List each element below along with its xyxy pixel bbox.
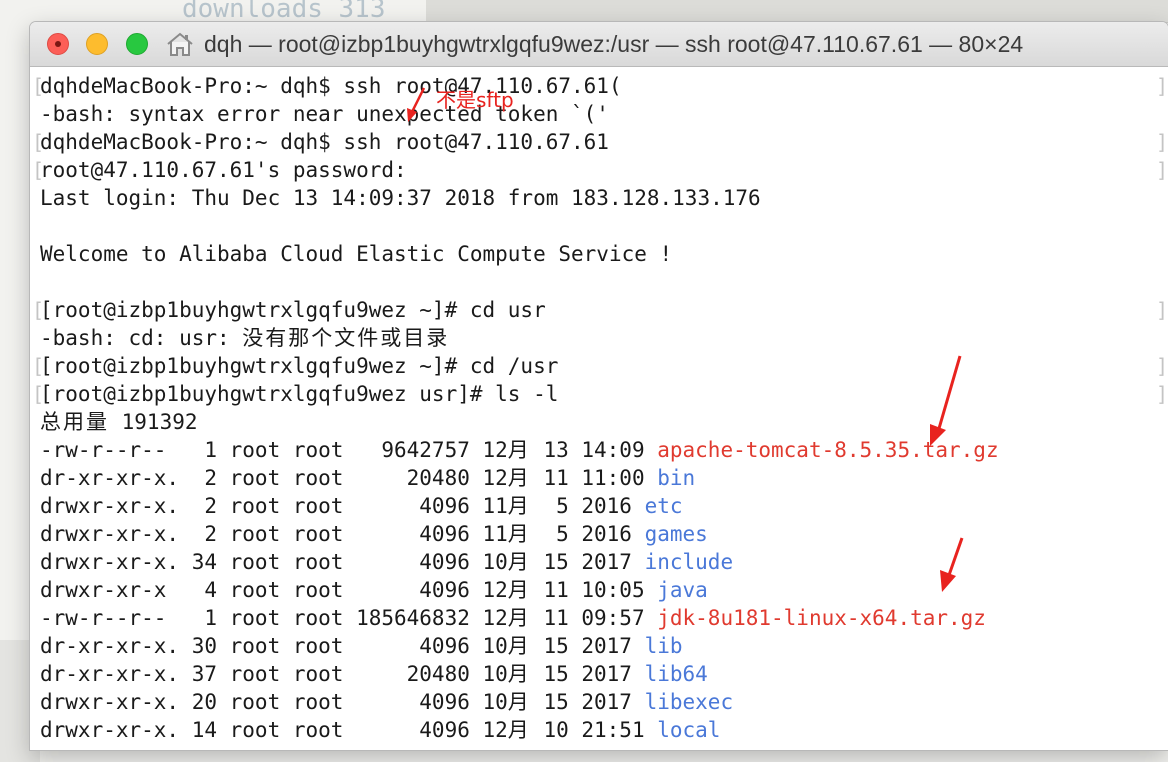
line-marker-right: ] [1156, 74, 1168, 98]
window-titlebar[interactable]: dqh — root@izbp1buyhgwtrxlgqfu9wez:/usr … [30, 22, 1168, 67]
listing-row-filename[interactable]: lib [645, 634, 683, 658]
listing-row-filename[interactable]: games [645, 522, 708, 546]
listing-row-filename[interactable]: apache-tomcat-8.5.35.tar.gz [657, 438, 998, 462]
listing-row-filename[interactable]: java [657, 578, 708, 602]
line-marker-right: ] [1156, 382, 1168, 406]
terminal-line: -bash: cd: usr: 没有那个文件或目录 [40, 326, 450, 350]
listing-row: drwxr-xr-x. 2 root root 4096 11月 5 2016 … [40, 492, 683, 520]
line-marker-right: ] [1156, 298, 1168, 322]
home-icon [167, 32, 193, 56]
listing-row-details: dr-xr-xr-x. 30 root root 4096 10月 15 201… [40, 634, 645, 658]
listing-row-details: drwxr-xr-x. 20 root root 4096 10月 15 201… [40, 690, 645, 714]
listing-row: drwxr-xr-x. 14 root root 4096 12月 10 21:… [40, 716, 720, 744]
listing-row-details: -rw-r--r-- 1 root root 185646832 12月 11 … [40, 606, 658, 630]
listing-row-details: drwxr-xr-x. 2 root root 4096 11月 5 2016 [40, 522, 645, 546]
listing-row: dr-xr-xr-x. 30 root root 4096 10月 15 201… [40, 632, 683, 660]
listing-row: dr-xr-xr-x. 37 root root 20480 10月 15 20… [40, 660, 708, 688]
line-marker-right: ] [1156, 130, 1168, 154]
terminal-line: Welcome to Alibaba Cloud Elastic Compute… [40, 242, 673, 266]
line-marker-right: ] [1156, 158, 1168, 182]
listing-row: drwxr-xr-x. 34 root root 4096 10月 15 201… [40, 548, 733, 576]
listing-row-filename[interactable]: lib64 [645, 662, 708, 686]
window-title: dqh — root@izbp1buyhgwtrxlgqfu9wez:/usr … [204, 31, 1024, 57]
listing-row-filename[interactable]: etc [645, 494, 683, 518]
annotation-label: 不是sftp [436, 88, 514, 112]
terminal-output[interactable]: [] dqhdeMacBook-Pro:~ dqh$ ssh root@47.11… [30, 67, 1168, 750]
zoom-button[interactable] [126, 33, 148, 55]
terminal-window[interactable]: dqh — root@izbp1buyhgwtrxlgqfu9wez:/usr … [30, 22, 1168, 750]
close-button[interactable] [47, 33, 69, 55]
terminal-line: [root@izbp1buyhgwtrxlgqfu9wez ~]# cd usr [40, 298, 546, 322]
terminal-line: dqhdeMacBook-Pro:~ dqh$ ssh root@47.110.… [40, 130, 609, 154]
listing-row-details: drwxr-xr-x. 34 root root 4096 10月 15 201… [40, 550, 645, 574]
listing-row-filename[interactable]: jdk-8u181-linux-x64.tar.gz [657, 606, 986, 630]
listing-row-details: drwxr-xr-x. 14 root root 4096 12月 10 21:… [40, 718, 658, 742]
listing-row: drwxr-xr-x. 2 root root 4096 11月 5 2016 … [40, 520, 708, 548]
terminal-line: 总用量 191392 [40, 410, 198, 434]
listing-row: -rw-r--r-- 1 root root 9642757 12月 13 14… [40, 436, 999, 464]
listing-row-details: drwxr-xr-x. 2 root root 4096 11月 5 2016 [40, 494, 645, 518]
listing-row: drwxr-xr-x 4 root root 4096 12月 11 10:05… [40, 576, 708, 604]
listing-row-details: -rw-r--r-- 1 root root 9642757 12月 13 14… [40, 438, 658, 462]
terminal-line: [root@izbp1buyhgwtrxlgqfu9wez ~]# cd /us… [40, 354, 559, 378]
terminal-line: Last login: Thu Dec 13 14:09:37 2018 fro… [40, 186, 761, 210]
minimize-button[interactable] [86, 33, 108, 55]
listing-row-filename[interactable]: local [657, 718, 720, 742]
listing-row-filename[interactable]: include [645, 550, 734, 574]
listing-row: dr-xr-xr-x. 2 root root 20480 12月 11 11:… [40, 464, 695, 492]
terminal-line: root@47.110.67.61's password: [40, 158, 407, 182]
line-marker-right: ] [1156, 354, 1168, 378]
listing-row-details: dr-xr-xr-x. 2 root root 20480 12月 11 11:… [40, 466, 658, 490]
listing-row-filename[interactable]: bin [657, 466, 695, 490]
terminal-line: [root@izbp1buyhgwtrxlgqfu9wez usr]# ls -… [40, 382, 559, 406]
listing-row-filename[interactable]: libexec [645, 690, 734, 714]
background-window-text: downloads 313 [182, 0, 386, 24]
listing-row: -rw-r--r-- 1 root root 185646832 12月 11 … [40, 604, 986, 632]
listing-row: drwxr-xr-x. 20 root root 4096 10月 15 201… [40, 688, 733, 716]
listing-row-details: drwxr-xr-x 4 root root 4096 12月 11 10:05 [40, 578, 658, 602]
terminal-line: dqhdeMacBook-Pro:~ dqh$ ssh root@47.110.… [40, 74, 622, 98]
listing-row-details: dr-xr-xr-x. 37 root root 20480 10月 15 20… [40, 662, 645, 686]
close-icon [55, 41, 61, 47]
terminal-line: -bash: syntax error near unexpected toke… [40, 102, 609, 126]
background-window-titlebar [426, 0, 1168, 23]
